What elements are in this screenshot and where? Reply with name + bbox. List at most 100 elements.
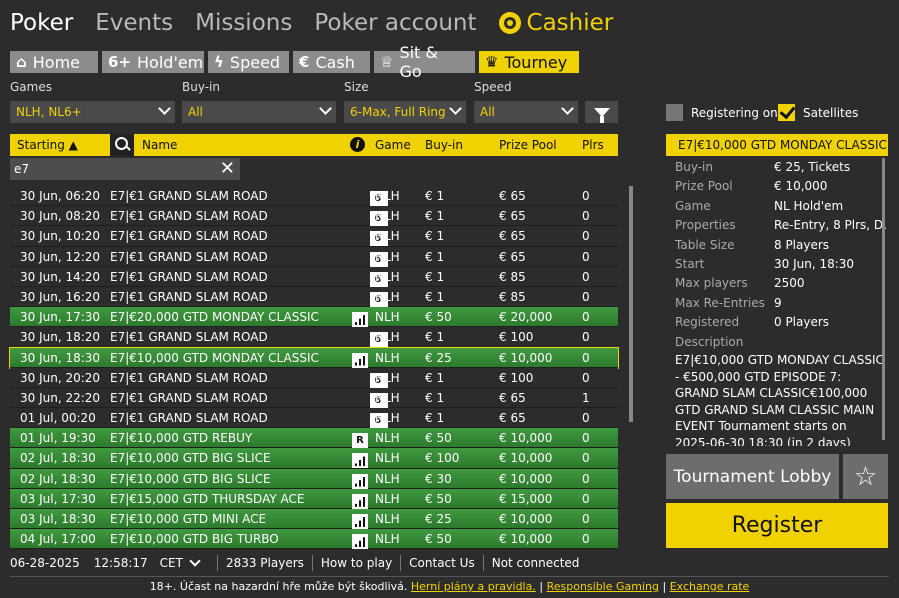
- table-row[interactable]: 01 Jul, 00:20E7|€1 GRAND SLAM ROAD↶KO6NL…: [10, 408, 618, 429]
- search-input[interactable]: e7 ✕: [10, 158, 240, 180]
- close-icon[interactable]: ✕: [220, 158, 235, 180]
- tab-speed[interactable]: ϟ Speed: [208, 51, 289, 73]
- details-panel: E7|€10,000 GTD MONDAY CLASSIC - €500,000…: [666, 158, 888, 446]
- col-game[interactable]: Game: [375, 138, 411, 152]
- table-row[interactable]: 30 Jun, 08:20E7|€1 GRAND SLAM ROAD↶KO6NL…: [10, 206, 618, 227]
- row-name: E7|€10,000 GTD REBUY: [110, 431, 253, 446]
- row-game: NLH: [375, 249, 400, 264]
- row-buyin: € 25: [425, 512, 452, 526]
- row-prize: € 65: [499, 229, 526, 244]
- nav-poker[interactable]: Poker: [10, 10, 73, 36]
- row-plrs: 0: [582, 370, 590, 385]
- nav-cashier[interactable]: Cashier: [498, 10, 613, 36]
- footer-divider: [10, 576, 889, 577]
- col-plrs[interactable]: Plrs: [582, 138, 604, 152]
- col-name[interactable]: Name: [142, 138, 177, 152]
- table-row[interactable]: 30 Jun, 06:20E7|€1 GRAND SLAM ROAD↶KO6NL…: [10, 186, 618, 207]
- row-prize: € 10,000: [499, 431, 553, 446]
- detail-value: 2500: [774, 276, 805, 291]
- registering-only-checkbox[interactable]: Registering only: [666, 104, 788, 121]
- info-icon[interactable]: i: [350, 137, 365, 152]
- col-prize-pool[interactable]: Prize Pool: [499, 138, 557, 152]
- chevron-down-icon[interactable]: [189, 555, 201, 567]
- checkbox-box: [666, 104, 683, 121]
- table-row[interactable]: 30 Jun, 18:20E7|€1 GRAND SLAM ROAD↶KO6NL…: [10, 327, 618, 348]
- row-game: NLH: [375, 532, 400, 547]
- nav-poker-account[interactable]: Poker account: [314, 10, 476, 36]
- row-plrs: 0: [582, 310, 590, 325]
- table-row[interactable]: 30 Jun, 17:30 E7|€20,000 GTD MONDAY CLASS…: [10, 307, 618, 328]
- contact-us-link[interactable]: Contact Us: [409, 556, 475, 570]
- register-button[interactable]: Register: [666, 503, 888, 548]
- row-name: E7|€15,000 GTD THURSDAY ACE: [110, 491, 305, 506]
- tournament-lobby-button[interactable]: Tournament Lobby: [666, 454, 839, 499]
- nav-missions[interactable]: Missions: [195, 10, 292, 36]
- search-icon[interactable]: [110, 134, 134, 156]
- row-badges: ↶8: [350, 309, 368, 328]
- speed-select[interactable]: All: [474, 101, 578, 123]
- funnel-icon: [593, 107, 610, 123]
- row-buyin: € 1: [425, 330, 445, 345]
- table-row[interactable]: 30 Jun, 14:20E7|€1 GRAND SLAM ROAD↶KO6NL…: [10, 266, 618, 287]
- detail-value: 9: [774, 295, 782, 310]
- divider: [400, 555, 402, 571]
- size-select[interactable]: 6-Max, Full Ring: [344, 101, 466, 123]
- rebuy-badge: R: [352, 433, 368, 449]
- row-prize: € 65: [499, 249, 526, 264]
- table-row[interactable]: 01 Jul, 19:30 E7|€10,000 GTD REBUY ↶8R NLH €…: [10, 428, 618, 449]
- table-row[interactable]: 04 Jul, 17:00 E7|€10,000 GTD BIG TURBO ↶6 N…: [10, 529, 618, 550]
- row-game: NLH: [375, 189, 400, 203]
- list-scrollbar[interactable]: [629, 186, 633, 422]
- table-row[interactable]: 30 Jun, 16:20E7|€1 GRAND SLAM ROAD↶KO6NL…: [10, 286, 618, 308]
- row-prize: € 65: [499, 390, 526, 405]
- table-row[interactable]: 30 Jun, 22:20E7|€1 GRAND SLAM ROAD↶KO6NL…: [10, 387, 618, 409]
- tab-holdem[interactable]: 6+ Hold'em: [102, 51, 204, 73]
- row-prize: € 10,000: [499, 471, 553, 486]
- footer-text: 18+. Účast na hazardní hře může být škod…: [149, 580, 408, 593]
- registering-only-label: Registering only: [691, 105, 789, 120]
- responsible-gaming-link[interactable]: Responsible Gaming: [547, 580, 659, 593]
- table-row[interactable]: 30 Jun, 10:20E7|€1 GRAND SLAM ROAD↶KO6NL…: [10, 226, 618, 247]
- connection-status: Not connected: [491, 556, 580, 570]
- row-name: E7|€10,000 GTD BIG TURBO: [110, 532, 279, 547]
- favorite-star-button[interactable]: ☆: [843, 454, 888, 499]
- row-plrs: 0: [582, 431, 590, 446]
- filter-button[interactable]: [585, 101, 618, 123]
- games-label: Games: [10, 80, 52, 94]
- size-label: Size: [344, 80, 369, 94]
- how-to-play-link[interactable]: How to play: [321, 556, 392, 570]
- col-buyin[interactable]: Buy-in: [425, 138, 463, 152]
- table-row[interactable]: 30 Jun, 12:20E7|€1 GRAND SLAM ROAD↶KO6NL…: [10, 246, 618, 267]
- table-row[interactable]: 02 Jul, 18:30 E7|€10,000 GTD BIG SLICE ↶7 N…: [10, 448, 618, 469]
- row-game: NLH: [375, 289, 400, 304]
- nav-events[interactable]: Events: [95, 10, 173, 36]
- row-name: E7|€1 GRAND SLAM ROAD: [110, 189, 268, 203]
- table-row[interactable]: 03 Jul, 17:30 E7|€15,000 GTD THURSDAY ACE…: [10, 488, 618, 509]
- row-prize: € 10,000: [499, 512, 553, 526]
- satellites-checkbox[interactable]: Satellites: [778, 104, 858, 121]
- exchange-rate-link[interactable]: Exchange rate: [670, 580, 750, 593]
- tab-tourney[interactable]: ♛ Tourney: [479, 51, 579, 73]
- tab-sit-and-go[interactable]: ♕ Sit & Go: [374, 43, 475, 81]
- detail-value: NL Hold'em: [774, 198, 844, 213]
- tab-cash[interactable]: € Cash: [293, 51, 370, 73]
- games-select[interactable]: NLH, NL6+: [10, 101, 175, 123]
- satellites-label: Satellites: [803, 105, 859, 120]
- tab-home[interactable]: ⌂ Home: [10, 51, 98, 73]
- row-start: 30 Jun, 14:20: [20, 269, 101, 284]
- details-scrollbar[interactable]: [882, 158, 885, 440]
- star-icon: ☆: [853, 461, 878, 492]
- row-game: NLH: [375, 411, 400, 426]
- rules-link[interactable]: Herní plány a pravidla.: [411, 580, 536, 593]
- row-start: 30 Jun, 16:20: [20, 289, 101, 304]
- col-starting[interactable]: Starting ▲: [17, 138, 78, 152]
- table-row[interactable]: 30 Jun, 20:20E7|€1 GRAND SLAM ROAD↶KO6NL…: [10, 367, 618, 388]
- row-name: E7|€1 GRAND SLAM ROAD: [110, 330, 268, 345]
- row-start: 30 Jun, 12:20: [20, 249, 101, 264]
- row-start: 30 Jun, 22:20: [20, 390, 101, 405]
- table-row[interactable]: 30 Jun, 18:30 E7|€10,000 GTD MONDAY CLASS…: [9, 346, 619, 369]
- buyin-select[interactable]: All: [182, 101, 336, 123]
- game-tabs: ⌂ Home 6+ Hold'em ϟ Speed € Cash ♕ Sit & Go ♛…: [10, 43, 583, 81]
- table-row[interactable]: 03 Jul, 18:30 E7|€10,000 GTD MINI ACE ↶8 NL…: [10, 509, 618, 530]
- table-row[interactable]: 02 Jul, 18:30 E7|€10,000 GTD BIG SLICE ↶7 N…: [10, 468, 618, 489]
